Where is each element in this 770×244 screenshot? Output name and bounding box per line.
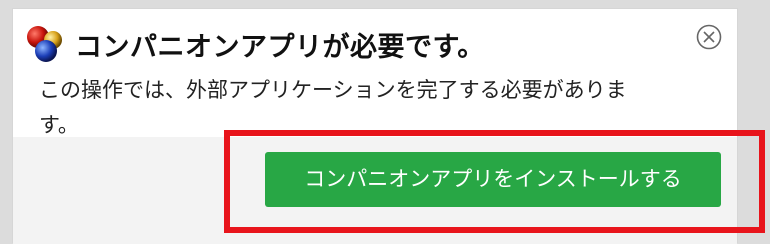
message-text: この操作では、外部アプリケーションを完了する必要がありま す。 <box>39 78 627 137</box>
dialog-title: コンパニオンアプリが必要です。 <box>75 32 485 63</box>
install-companion-app-button[interactable]: コンパニオンアプリをインストールする <box>265 152 721 207</box>
companion-app-logo-icon <box>27 26 62 62</box>
dialog-header: コンパニオンアプリが必要です。 <box>13 9 737 73</box>
dialog-footer: コンパニオンアプリをインストールする <box>13 137 737 244</box>
dialog-message: この操作では、外部アプリケーションを完了する必要がありま す。 <box>39 73 729 143</box>
close-icon[interactable] <box>695 23 723 51</box>
companion-app-dialog: コンパニオンアプリが必要です。 この操作では、外部アプリケーションを完了する必要… <box>12 8 738 244</box>
